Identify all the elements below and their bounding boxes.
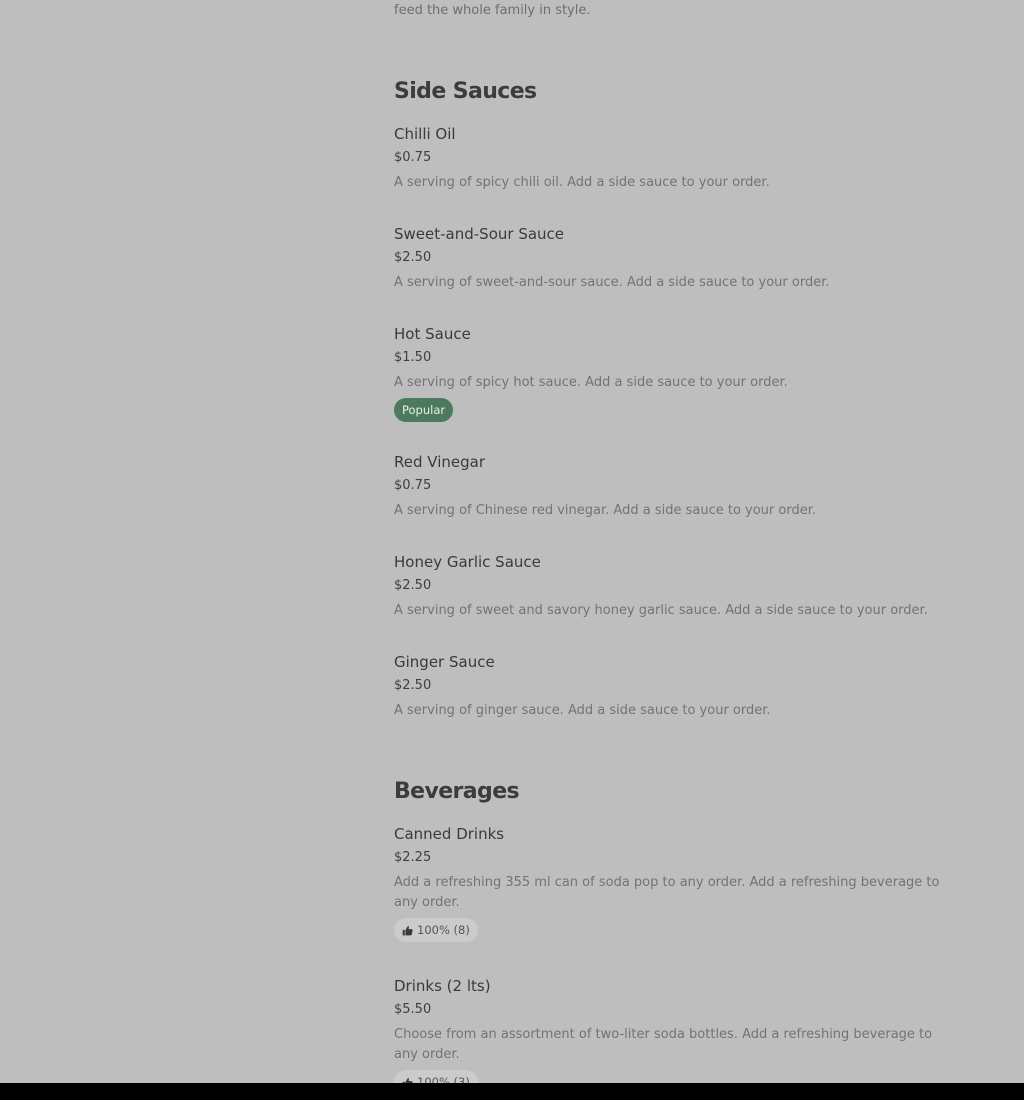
menu-item-chilli-oil[interactable]: Chilli Oil $0.75 A serving of spicy chil… <box>394 124 954 193</box>
menu-item-sweet-and-sour-sauce[interactable]: Sweet-and-Sour Sauce $2.50 A serving of … <box>394 224 954 293</box>
menu-item-ginger-sauce[interactable]: Ginger Sauce $2.50 A serving of ginger s… <box>394 652 954 721</box>
item-description: A serving of ginger sauce. Add a side sa… <box>394 703 771 718</box>
item-price: $0.75 <box>394 478 432 493</box>
menu-item-honey-garlic-sauce[interactable]: Honey Garlic Sauce $2.50 A serving of sw… <box>394 552 954 621</box>
item-name: Canned Drinks <box>394 825 505 843</box>
section-intro-text: feed the whole family in style. <box>394 3 591 18</box>
bottom-bar <box>0 1083 1024 1100</box>
item-description: A serving of sweet and savory honey garl… <box>394 603 928 618</box>
rating-text: 100% (3) <box>417 1075 470 1083</box>
item-description: A serving of Chinese red vinegar. Add a … <box>394 503 816 518</box>
menu-page: feed the whole family in style. Side Sau… <box>0 0 1024 1083</box>
item-price: $2.50 <box>394 678 432 693</box>
section-title-beverages: Beverages <box>394 779 520 804</box>
section-title-side-sauces: Side Sauces <box>394 79 537 104</box>
item-name: Sweet-and-Sour Sauce <box>394 225 565 243</box>
menu-item-red-vinegar[interactable]: Red Vinegar $0.75 A serving of Chinese r… <box>394 452 954 521</box>
item-description: A serving of spicy chili oil. Add a side… <box>394 175 770 190</box>
rating-badge: 100% (8) <box>394 918 478 942</box>
menu-item-hot-sauce[interactable]: Hot Sauce $1.50 A serving of spicy hot s… <box>394 324 954 422</box>
menu-item-drinks-2-lts[interactable]: Drinks (2 lts) $5.50 Choose from an asso… <box>394 976 954 1083</box>
item-name: Chilli Oil <box>394 125 456 143</box>
popular-badge: Popular <box>394 398 454 422</box>
item-name: Honey Garlic Sauce <box>394 553 541 571</box>
rating-text: 100% (8) <box>417 923 470 937</box>
item-price: $2.50 <box>394 578 432 593</box>
item-description: A serving of sweet-and-sour sauce. Add a… <box>394 275 830 290</box>
item-description: Add a refreshing 355 ml can of soda pop … <box>394 875 940 910</box>
item-price: $1.50 <box>394 350 432 365</box>
thumbs-up-icon <box>402 925 413 935</box>
item-name: Ginger Sauce <box>394 653 495 671</box>
item-name: Drinks (2 lts) <box>394 977 491 995</box>
item-price: $5.50 <box>394 1002 432 1017</box>
item-description: A serving of spicy hot sauce. Add a side… <box>394 375 788 390</box>
item-price: $0.75 <box>394 150 432 165</box>
rating-badge: 100% (3) <box>394 1070 478 1083</box>
item-description: Choose from an assortment of two-liter s… <box>394 1027 933 1062</box>
item-price: $2.50 <box>394 250 432 265</box>
item-name: Hot Sauce <box>394 325 471 343</box>
item-price: $2.25 <box>394 850 432 865</box>
item-name: Red Vinegar <box>394 453 485 471</box>
menu-item-canned-drinks[interactable]: Canned Drinks $2.25 Add a refreshing 355… <box>394 824 954 942</box>
